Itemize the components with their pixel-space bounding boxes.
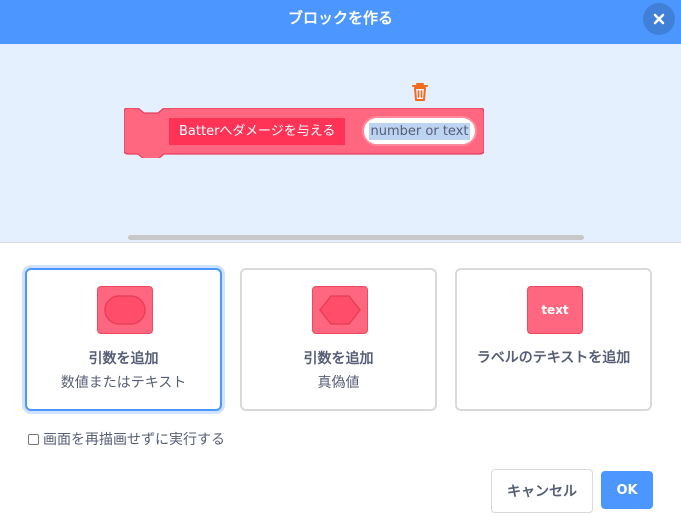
card-subtitle: 数値またはテキスト <box>60 375 187 391</box>
close-button[interactable] <box>643 3 675 35</box>
ok-button[interactable]: OK <box>601 471 653 509</box>
block-argument-input[interactable]: number or text <box>362 116 477 146</box>
workspace-scrollbar[interactable] <box>128 235 584 240</box>
oval-input-icon <box>97 286 153 334</box>
add-number-text-input-card[interactable]: 引数を追加 数値またはテキスト <box>25 268 222 411</box>
dialog-header: ブロックを作る <box>0 0 681 44</box>
close-icon <box>653 13 665 25</box>
card-subtitle: 真偽値 <box>317 375 360 391</box>
hexagon-input-icon <box>312 286 368 334</box>
add-boolean-input-card[interactable]: 引数を追加 真偽値 <box>240 268 437 411</box>
block-argument-text: number or text <box>368 122 471 140</box>
run-without-refresh-checkbox[interactable] <box>28 433 39 445</box>
card-title: 引数を追加 <box>88 351 159 367</box>
add-label-text-card[interactable]: text ラベルのテキストを追加 <box>455 268 652 411</box>
run-without-refresh-row[interactable]: 画面を再描画せずに実行する <box>28 430 225 448</box>
text-label-icon: text <box>527 286 583 334</box>
text-label-icon-text: text <box>541 303 569 317</box>
card-title: 引数を追加 <box>303 351 374 367</box>
dialog-title: ブロックを作る <box>287 9 393 27</box>
block-label-text[interactable]: Batterへダメージを与える <box>169 118 346 145</box>
trash-icon[interactable] <box>411 82 429 102</box>
card-title: ラベルのテキストを追加 <box>476 350 631 366</box>
run-without-refresh-label: 画面を再描画せずに実行する <box>43 432 225 448</box>
cancel-button[interactable]: キャンセル <box>491 469 593 513</box>
